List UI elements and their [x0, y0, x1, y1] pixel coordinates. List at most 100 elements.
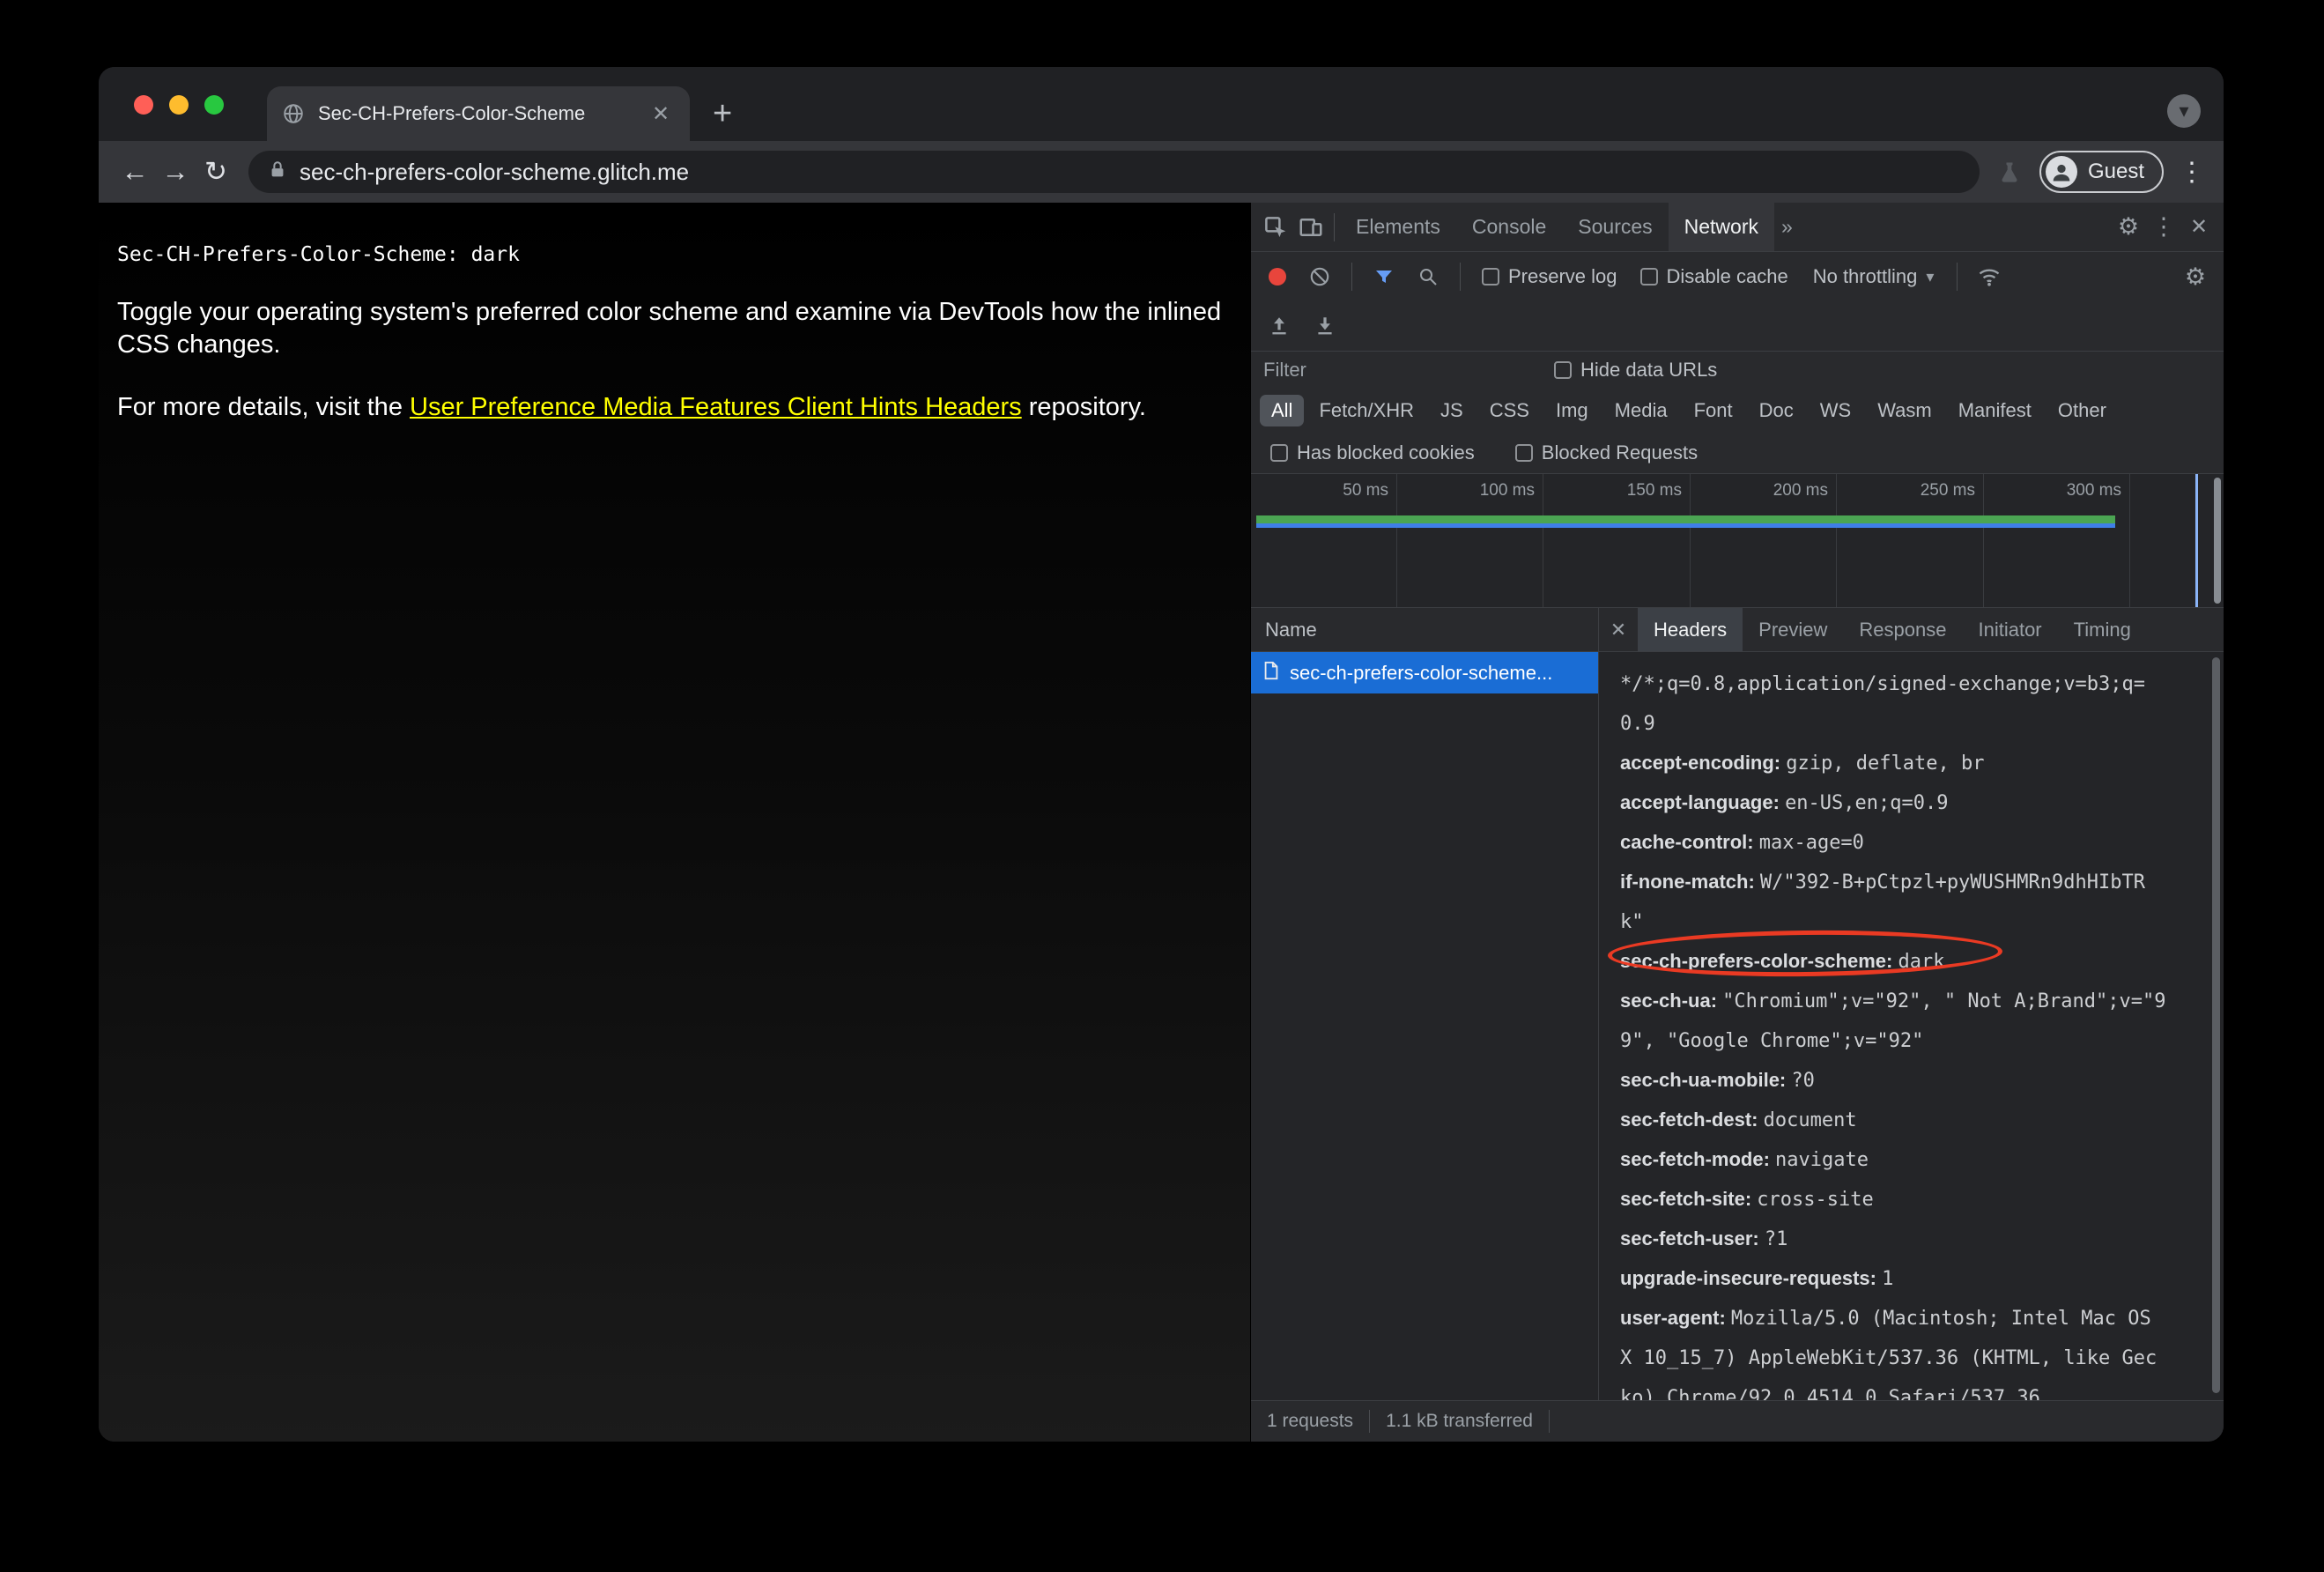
disable-cache-group: Disable cache [1639, 265, 1788, 288]
filter-row: Hide data URLs [1251, 352, 2224, 389]
filter-input[interactable] [1263, 359, 1528, 382]
divider [1334, 212, 1335, 241]
requests-count: 1 requests [1267, 1411, 1354, 1431]
details-paragraph: For more details, visit the User Prefere… [117, 391, 1229, 424]
beaker-icon[interactable] [1992, 154, 2027, 189]
hide-data-urls-group: Hide data URLs [1554, 359, 1717, 382]
timeline-tick: 300 ms [2067, 474, 2130, 607]
header-entry: sec-fetch-user: ?1 [1620, 1227, 1788, 1250]
tab-network[interactable]: Network [1668, 203, 1774, 251]
filter-chip-all[interactable]: All [1260, 395, 1305, 426]
minimize-window-button[interactable] [169, 95, 189, 115]
filter-funnel-icon[interactable] [1366, 259, 1402, 294]
details-close-icon[interactable]: ✕ [1599, 608, 1638, 651]
tab-search-button[interactable]: ▾ [2167, 94, 2201, 128]
inspect-element-icon[interactable] [1258, 210, 1293, 245]
filter-chip-ws[interactable]: WS [1809, 395, 1862, 426]
browser-tab[interactable]: Sec-CH-Prefers-Color-Scheme ✕ [267, 86, 690, 141]
zoom-window-button[interactable] [204, 95, 224, 115]
back-button[interactable]: ← [115, 152, 155, 192]
lock-icon[interactable] [268, 160, 287, 184]
browser-menu-button[interactable]: ⋮ [2176, 157, 2208, 188]
tab-preview[interactable]: Preview [1743, 608, 1843, 651]
request-details: ✕ Headers Preview Response Initiator Tim… [1599, 608, 2224, 1400]
filter-chip-css[interactable]: CSS [1478, 395, 1541, 426]
filter-chip-img[interactable]: Img [1544, 395, 1600, 426]
disable-cache-checkbox[interactable] [1639, 268, 1658, 285]
timeline-response-bar [1256, 515, 2115, 523]
search-icon[interactable] [1410, 259, 1446, 294]
filter-chip-media[interactable]: Media [1603, 395, 1679, 426]
timeline-overview[interactable]: 50 ms 100 ms 150 ms 200 ms 250 ms 300 ms [1251, 474, 2224, 608]
network-status-bar: 1 requests 1.1 kB transferred [1251, 1400, 2224, 1442]
tab-initiator[interactable]: Initiator [1962, 608, 2057, 651]
filter-chip-wasm[interactable]: Wasm [1866, 395, 1943, 426]
record-button[interactable] [1269, 268, 1286, 285]
network-settings-gear-icon[interactable]: ⚙ [2178, 259, 2213, 294]
filter-chip-font[interactable]: Font [1683, 395, 1744, 426]
name-column-header[interactable]: Name [1251, 608, 1598, 652]
tab-sources[interactable]: Sources [1562, 203, 1668, 251]
overview-scrollbar[interactable] [2214, 478, 2221, 604]
close-window-button[interactable] [134, 95, 153, 115]
network-conditions-icon[interactable] [1972, 259, 2007, 294]
color-scheme-status: Sec-CH-Prefers-Color-Scheme: dark [117, 243, 520, 266]
filter-chip-other[interactable]: Other [2046, 395, 2118, 426]
address-bar[interactable]: sec-ch-prefers-color-scheme.glitch.me [248, 151, 1980, 193]
header-entry: sec-ch-ua: "Chromium";v="92", " Not A;Bra… [1620, 990, 2166, 1052]
blocked-requests-label: Blocked Requests [1541, 441, 1699, 463]
preserve-log-group: Preserve log [1482, 265, 1617, 288]
clear-icon[interactable] [1302, 259, 1337, 294]
devtools-close-icon[interactable]: ✕ [2181, 210, 2217, 245]
filter-chip-fetchxhr[interactable]: Fetch/XHR [1307, 395, 1425, 426]
profile-label: Guest [2087, 159, 2144, 183]
transferred-size: 1.1 kB transferred [1386, 1411, 1533, 1431]
settings-gear-icon[interactable]: ⚙ [2111, 210, 2146, 245]
divider [1548, 1410, 1550, 1433]
hide-data-urls-label: Hide data URLs [1580, 359, 1718, 381]
forward-button[interactable]: → [155, 152, 196, 192]
hide-data-urls-checkbox[interactable] [1554, 361, 1572, 379]
blocked-requests-checkbox[interactable] [1514, 444, 1533, 462]
has-blocked-cookies-checkbox[interactable] [1270, 444, 1288, 462]
tab-response[interactable]: Response [1843, 608, 1962, 651]
import-har-icon[interactable] [1262, 308, 1297, 344]
more-panels-button[interactable]: » [1774, 203, 1800, 251]
network-main: Name sec-ch-prefers-color-scheme... ✕ He… [1251, 608, 2224, 1400]
request-type-filters: All Fetch/XHR JS CSS Img Media Font Doc … [1251, 389, 2224, 433]
header-entry: sec-fetch-dest: document [1620, 1109, 1857, 1131]
web-page: Sec-CH-Prefers-Color-Scheme: dark Toggle… [99, 203, 1250, 1442]
timeline-waiting-bar [1256, 523, 2115, 528]
new-tab-button[interactable]: + [713, 97, 732, 130]
has-blocked-cookies-label: Has blocked cookies [1297, 441, 1475, 463]
chevron-down-icon: ▾ [2179, 100, 2189, 122]
header-entry: if-none-match: W/"392-B+pCtpzl+pyWUSHMRn9… [1620, 871, 2145, 933]
browser-window: Sec-CH-Prefers-Color-Scheme ✕ + ▾ ← → ↻ … [99, 67, 2224, 1442]
tab-headers[interactable]: Headers [1638, 608, 1743, 651]
filter-chip-manifest[interactable]: Manifest [1947, 395, 2043, 426]
details-scrollbar[interactable] [2212, 657, 2220, 1393]
repo-link[interactable]: User Preference Media Features Client Hi… [410, 393, 1022, 421]
header-entry: sec-fetch-site: cross-site [1620, 1188, 1874, 1211]
devtools-menu-icon[interactable]: ⋮ [2146, 210, 2181, 245]
preserve-log-checkbox[interactable] [1482, 268, 1499, 285]
tab-close-icon[interactable]: ✕ [646, 99, 676, 129]
tab-title: Sec-CH-Prefers-Color-Scheme [318, 102, 586, 124]
request-row[interactable]: sec-ch-prefers-color-scheme... [1251, 652, 1598, 693]
tab-console[interactable]: Console [1456, 203, 1562, 251]
filter-chip-js[interactable]: JS [1429, 395, 1475, 426]
tab-elements[interactable]: Elements [1340, 203, 1456, 251]
export-har-icon[interactable] [1307, 308, 1343, 344]
divider [1460, 263, 1461, 291]
detail-tabs: ✕ Headers Preview Response Initiator Tim… [1599, 608, 2224, 652]
toolbar-right: Guest ⋮ [1992, 151, 2208, 193]
timeline-tick: 200 ms [1773, 474, 1837, 607]
reload-button[interactable]: ↻ [196, 152, 236, 192]
filter-chip-doc[interactable]: Doc [1748, 395, 1805, 426]
profile-button[interactable]: Guest [2039, 151, 2164, 193]
throttling-select[interactable]: No throttling ▾ [1813, 265, 1935, 288]
har-io-row [1251, 301, 2224, 352]
details-text-prefix: For more details, visit the [117, 393, 410, 421]
tab-timing[interactable]: Timing [2058, 608, 2147, 651]
device-toolbar-icon[interactable] [1293, 210, 1329, 245]
